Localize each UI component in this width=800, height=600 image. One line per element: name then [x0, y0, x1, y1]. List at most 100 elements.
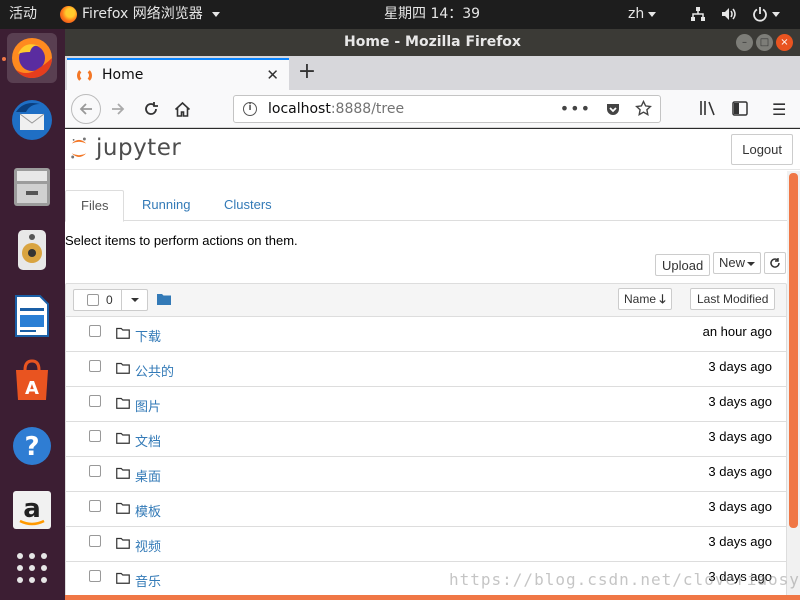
sort-by-name-button[interactable]: Name 🡓	[618, 288, 672, 310]
notebook-tabs: Files Running Clusters	[65, 190, 787, 222]
dock-item-amazon[interactable]: a	[7, 485, 57, 535]
dock-item-rhythmbox[interactable]	[7, 225, 57, 275]
pocket-icon[interactable]	[605, 101, 621, 117]
window-titlebar[interactable]: Home - Mozilla Firefox – □ ×	[65, 29, 800, 56]
page-actions-icon[interactable]: •••	[560, 99, 591, 118]
dock-item-writer[interactable]	[7, 291, 57, 341]
row-checkbox[interactable]	[89, 570, 101, 582]
table-row[interactable]: 模板 3 days ago	[65, 492, 787, 527]
maximize-button[interactable]: □	[756, 34, 773, 51]
file-name-link[interactable]: 视频	[135, 536, 161, 555]
sort-by-modified-button[interactable]: Last Modified	[690, 288, 776, 310]
firefox-icon	[12, 38, 52, 78]
speaker-icon	[18, 230, 46, 270]
table-row[interactable]: 视频 3 days ago	[65, 527, 787, 562]
table-row[interactable]: 公共的 3 days ago	[65, 352, 787, 387]
minimize-button[interactable]: –	[736, 34, 753, 51]
sidebar-toggle-icon[interactable]	[732, 101, 748, 116]
row-checkbox[interactable]	[89, 535, 101, 547]
dock-item-firefox[interactable]	[7, 33, 57, 83]
file-name-link[interactable]: 模板	[135, 501, 161, 520]
info-icon[interactable]: i	[243, 102, 257, 116]
refresh-button[interactable]	[764, 252, 786, 274]
bookmark-star-icon[interactable]	[635, 100, 652, 117]
browser-tab-home[interactable]: Home ✕	[67, 58, 289, 90]
dock-item-software[interactable]: A	[7, 355, 57, 405]
file-name-link[interactable]: 下载	[135, 326, 161, 345]
shopping-bag-icon: A	[16, 359, 48, 400]
scrollbar[interactable]	[787, 171, 800, 600]
dock-item-files[interactable]	[7, 161, 57, 211]
chevron-down-icon	[772, 11, 780, 17]
jupyter-logo[interactable]: jupyter	[70, 135, 181, 161]
scrollbar-thumb[interactable]	[789, 173, 798, 528]
folder-outline-icon	[116, 362, 130, 374]
reload-button[interactable]	[137, 95, 165, 123]
row-checkbox[interactable]	[89, 430, 101, 442]
file-name-link[interactable]: 桌面	[135, 466, 161, 485]
clock[interactable]: 星期四 14：39	[384, 6, 480, 23]
system-menu[interactable]	[690, 6, 780, 22]
tab-files[interactable]: Files	[65, 190, 125, 222]
file-name-link[interactable]: 图片	[135, 396, 161, 415]
folder-outline-icon	[116, 502, 130, 514]
reload-icon	[145, 102, 158, 115]
hamburger-menu-icon[interactable]: ☰	[772, 100, 786, 119]
row-checkbox[interactable]	[89, 465, 101, 477]
volume-icon	[722, 8, 736, 20]
jupyter-logo-icon	[71, 137, 87, 159]
new-dropdown-button[interactable]: New	[713, 252, 762, 274]
svg-text:?: ?	[24, 432, 39, 462]
arrow-right-icon	[112, 103, 125, 115]
jupyter-page: jupyter Logout Files Running Clusters Se…	[65, 129, 800, 600]
select-dropdown-button[interactable]	[121, 289, 148, 311]
window-title: Home - Mozilla Firefox	[344, 34, 521, 50]
dock-item-thunderbird[interactable]	[7, 95, 57, 145]
jupyter-header: jupyter Logout	[65, 129, 800, 169]
selection-hint: Select items to perform actions on them.	[65, 233, 298, 248]
file-name-link[interactable]: 公共的	[135, 361, 174, 380]
close-tab-icon[interactable]: ✕	[266, 66, 279, 84]
row-checkbox[interactable]	[89, 395, 101, 407]
show-applications-button[interactable]	[7, 543, 57, 593]
app-menu-label: Firefox 网络浏览器	[82, 6, 203, 22]
table-row[interactable]: 桌面 3 days ago	[65, 457, 787, 492]
row-checkbox[interactable]	[89, 500, 101, 512]
table-row[interactable]: 文档 3 days ago	[65, 422, 787, 457]
tab-clusters[interactable]: Clusters	[209, 190, 287, 221]
file-modified: an hour ago	[702, 324, 772, 339]
new-tab-button[interactable]: +	[295, 59, 319, 84]
folder-icon[interactable]	[157, 293, 171, 305]
dock-item-help[interactable]: ?	[7, 421, 57, 471]
close-window-button[interactable]: ×	[776, 34, 793, 51]
window-controls: – □ ×	[736, 34, 793, 51]
refresh-icon	[770, 258, 780, 268]
activities-button[interactable]: 活动	[9, 6, 37, 23]
folder-outline-icon	[116, 537, 130, 549]
file-name-link[interactable]: 音乐	[135, 571, 161, 590]
back-button[interactable]	[71, 94, 101, 124]
upload-button[interactable]: Upload	[655, 254, 711, 276]
file-cabinet-icon	[14, 168, 50, 206]
app-menu[interactable]: Firefox 网络浏览器	[60, 6, 220, 23]
home-button[interactable]	[168, 95, 196, 123]
row-checkbox[interactable]	[89, 360, 101, 372]
home-icon	[174, 101, 190, 117]
table-row[interactable]: 下载 an hour ago	[65, 317, 787, 352]
tab-running[interactable]: Running	[127, 190, 205, 221]
language-indicator[interactable]: zh	[628, 6, 657, 23]
new-button-label: New	[719, 255, 746, 270]
folder-outline-icon	[116, 397, 130, 409]
power-menu	[752, 6, 780, 22]
tab-strip: Home ✕ +	[65, 56, 800, 90]
library-icon[interactable]	[699, 100, 717, 116]
logout-button[interactable]: Logout	[731, 134, 793, 165]
row-checkbox[interactable]	[89, 325, 101, 337]
select-all-checkbox[interactable]	[87, 294, 99, 306]
folder-outline-icon	[116, 327, 130, 339]
header-divider	[65, 169, 800, 170]
forward-button[interactable]	[104, 95, 132, 123]
file-name-link[interactable]: 文档	[135, 431, 161, 450]
url-bar[interactable]: i localhost:8888/tree •••	[233, 95, 661, 123]
table-row[interactable]: 图片 3 days ago	[65, 387, 787, 422]
